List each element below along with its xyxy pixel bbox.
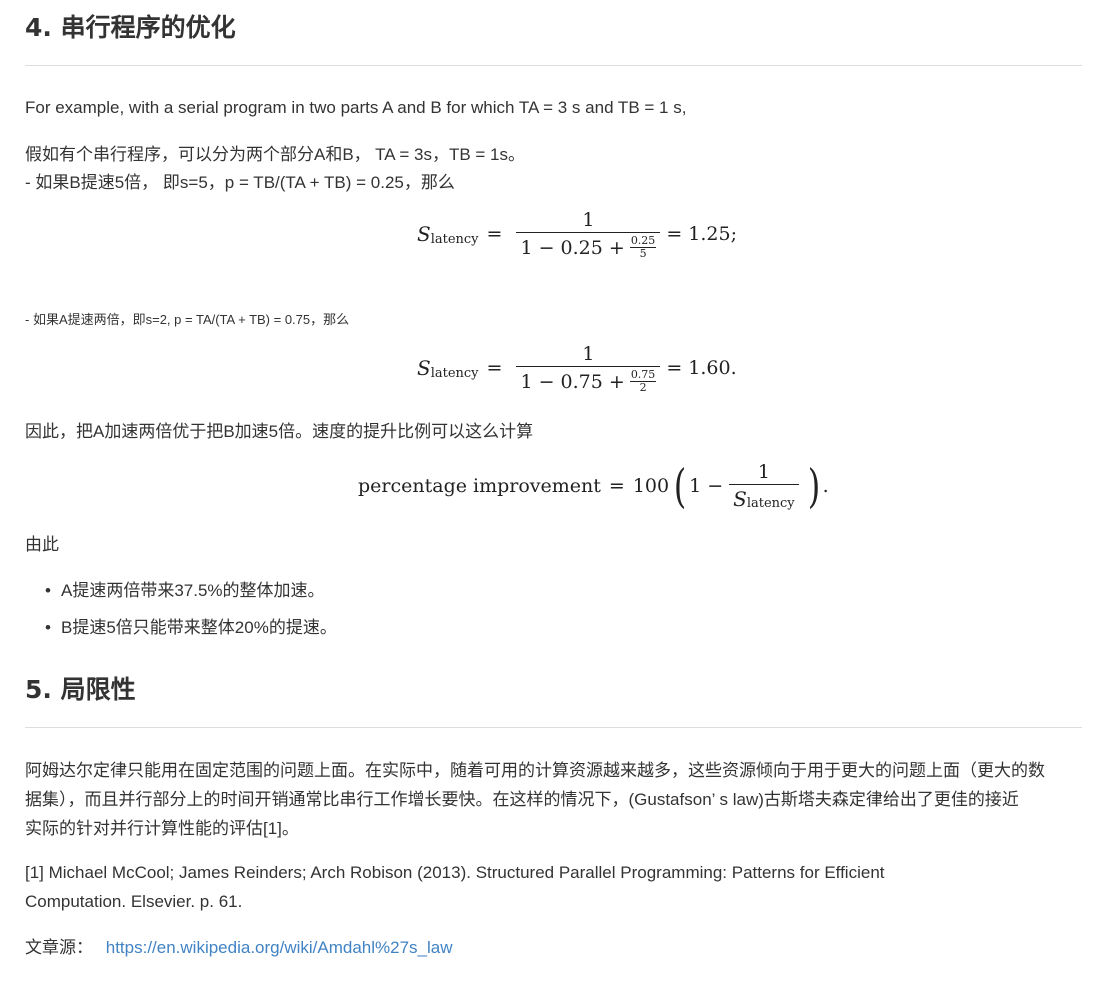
section-5-heading: 5. 局限性 <box>25 675 136 704</box>
latency-subscript: latency <box>430 365 479 381</box>
denominator: 1 − 0.75 + 0.75 2 <box>516 366 661 394</box>
denominator-main: 1 − 0.75 + <box>520 370 625 393</box>
latency-symbol: S <box>733 487 747 511</box>
numerator: 1 <box>582 343 595 365</box>
paragraph-line: 据集），而且并行部分上的时间开销通常比串行工作增长要快。在这样的情况下，(Gus… <box>25 790 1019 809</box>
source-label: 文章源： <box>25 938 93 957</box>
denominator: 1 − 0.25 + 0.25 5 <box>516 232 661 260</box>
equals-sign: = <box>486 223 503 245</box>
formula-result: = 1.60. <box>666 357 737 379</box>
numerator: 1 <box>757 461 770 483</box>
section-4-heading: 4. 串行程序的优化 <box>25 13 236 42</box>
intro-english: For example, with a serial program in tw… <box>25 98 687 117</box>
latency-symbol: S <box>417 356 431 380</box>
hence-text: 由此 <box>25 535 59 554</box>
formula-period: . <box>822 474 829 497</box>
fraction: 1 1 − 0.75 + 0.75 2 <box>516 342 661 394</box>
paragraph-line: 阿姆达尔定律只能用在固定范围的问题上面。在实际中，随着可用的计算资源越来越多，这… <box>25 761 1045 780</box>
formula-percentage-improvement: percentage improvement = 100 ( 1 − 1 Sla… <box>358 460 829 511</box>
paragraph-line: 实际的针对并行计算性能的评估[1]。 <box>25 819 299 838</box>
denominator: Slatency <box>729 484 799 511</box>
fraction: 1 1 − 0.25 + 0.25 5 <box>516 208 661 260</box>
formula-factor: 100 <box>632 474 670 497</box>
one-minus: 1 − <box>689 474 724 497</box>
fraction: 1 Slatency <box>729 460 799 511</box>
denominator-main: 1 − 0.25 + <box>520 236 625 259</box>
small-fraction-denominator: 2 <box>639 381 647 394</box>
open-paren: ( <box>673 458 687 513</box>
formula-result: = 1.25; <box>666 223 737 245</box>
intro-chinese: 假如有个串行程序，可以分为两个部分A和B， TA = 3s，TB = 1s。 <box>25 145 525 164</box>
limitations-paragraph: 阿姆达尔定律只能用在固定范围的问题上面。在实际中，随着可用的计算资源越来越多，这… <box>25 756 1082 843</box>
list-item: B提速5倍只能带来整体20%的提速。 <box>45 609 337 646</box>
formula-lhs: percentage improvement <box>358 474 601 497</box>
latency-subscript: latency <box>746 496 795 511</box>
small-fraction: 0.25 5 <box>629 235 657 260</box>
result-list: A提速两倍带来37.5%的整体加速。 B提速5倍只能带来整体20%的提速。 <box>25 572 337 646</box>
numerator: 1 <box>582 209 595 231</box>
conclusion-text: 因此，把A加速两倍优于把B加速5倍。速度的提升比例可以这么计算 <box>25 422 534 441</box>
heading-divider <box>25 727 1082 728</box>
small-fraction-denominator: 5 <box>639 247 647 260</box>
case-b-text: - 如果B提速5倍， 即s=5，p = TB/(TA + TB) = 0.25，… <box>25 173 455 192</box>
source-line: 文章源： https://en.wikipedia.org/wiki/Amdah… <box>25 933 453 962</box>
reference-line: Computation. Elsevier. p. 61. <box>25 892 243 911</box>
list-item: A提速两倍带来37.5%的整体加速。 <box>45 572 337 609</box>
formula-latency-b: Slatency = 1 1 − 0.25 + 0.25 5 = 1.25; <box>417 208 737 260</box>
equals-sign: = <box>486 357 503 379</box>
reference-paragraph: [1] Michael McCool; James Reinders; Arch… <box>25 858 1082 916</box>
case-a-text: - 如果A提速两倍，即s=2, p = TA/(TA + TB) = 0.75，… <box>25 312 350 327</box>
formula-latency-a: Slatency = 1 1 − 0.75 + 0.75 2 = 1.60. <box>417 342 737 394</box>
latency-subscript: latency <box>430 231 479 247</box>
latency-symbol: S <box>417 222 431 246</box>
source-link[interactable]: https://en.wikipedia.org/wiki/Amdahl%27s… <box>106 938 453 957</box>
equals-sign: = <box>608 474 625 497</box>
reference-line: [1] Michael McCool; James Reinders; Arch… <box>25 863 885 882</box>
close-paren: ) <box>807 458 820 513</box>
heading-divider <box>25 65 1082 66</box>
small-fraction: 0.75 2 <box>629 369 657 394</box>
